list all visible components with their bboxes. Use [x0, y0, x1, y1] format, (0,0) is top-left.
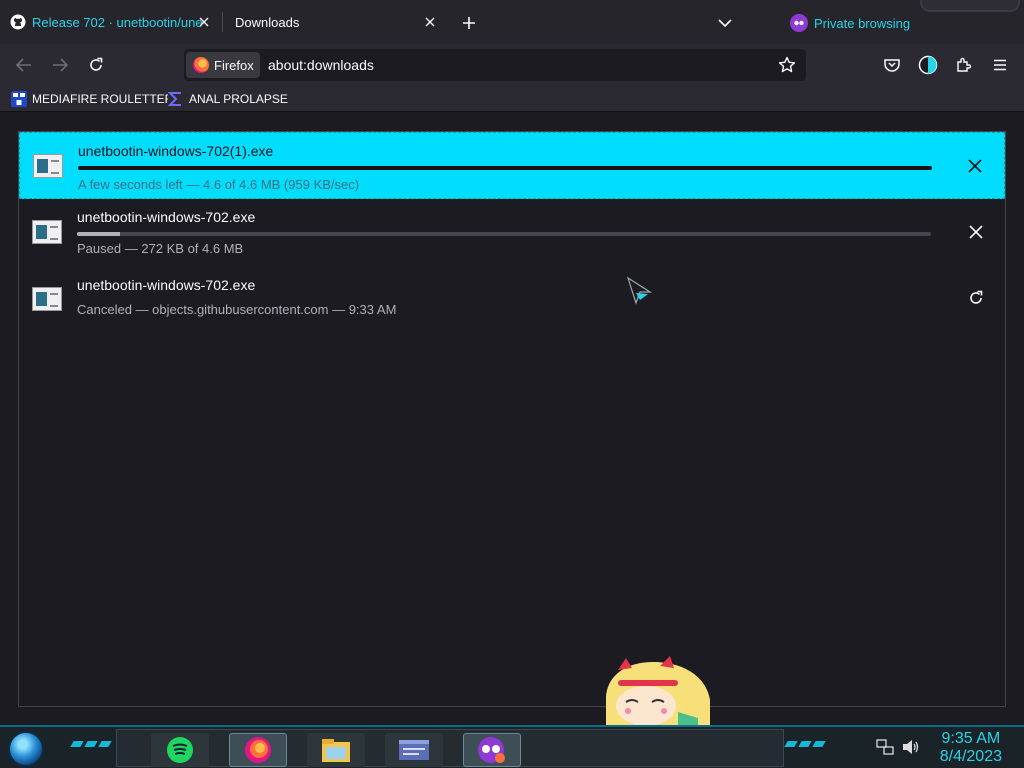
back-button[interactable] [10, 52, 38, 78]
pocket-button[interactable] [878, 52, 906, 78]
window-decoration [920, 0, 1020, 12]
system-clock[interactable]: 9:35 AM 8/4/2023 [940, 730, 1002, 766]
tab-separator [222, 12, 223, 32]
puzzle-icon [957, 57, 972, 72]
bookmark-anal-prolapse[interactable]: ANAL PROLAPSE [168, 90, 288, 108]
reload-icon [90, 57, 103, 71]
mediafire-icon [11, 91, 27, 107]
firefox-icon [245, 737, 271, 763]
taskbar-apps [116, 729, 784, 767]
download-progress-fill [78, 166, 932, 170]
close-icon[interactable] [196, 14, 212, 30]
private-browsing-icon [478, 737, 505, 763]
hamburger-icon [994, 59, 1006, 71]
download-filename: unetbootin-windows-702(1).exe [78, 143, 274, 159]
private-mask-icon [790, 14, 808, 32]
bookmark-label: ANAL PROLAPSE [189, 92, 288, 106]
file-explorer-icon [322, 739, 350, 762]
download-item[interactable]: unetbootin-windows-702(1).exe A few seco… [19, 132, 1005, 199]
cartoon-character-sticker [606, 656, 710, 726]
tab-strip: Release 702 · unetbootin/unetb Downloads… [0, 0, 1024, 44]
download-progress-bar [78, 166, 932, 170]
tab-title: Downloads [235, 14, 300, 30]
tab-title: Release 702 · unetbootin/unetb [32, 14, 202, 30]
clock-time: 9:35 AM [941, 730, 1001, 747]
network-icon[interactable] [876, 739, 894, 755]
system-tray [876, 739, 920, 755]
sigma-icon [168, 91, 184, 107]
bookmark-label: MEDIAFIRE ROULETTER [32, 92, 174, 106]
retry-icon [970, 290, 983, 304]
back-arrow-icon [16, 58, 31, 72]
private-browsing-app-button[interactable] [463, 733, 521, 767]
download-status: Paused — 272 KB of 4.6 MB [77, 241, 244, 256]
theme-button[interactable] [914, 52, 942, 78]
forward-arrow-icon [53, 58, 68, 72]
download-item[interactable]: unetbootin-windows-702.exe Canceled — ob… [19, 266, 1005, 332]
exe-file-icon [33, 154, 63, 178]
chevron-down-icon [718, 19, 732, 28]
url-input[interactable]: about:downloads [268, 57, 374, 73]
window-icon [399, 740, 429, 760]
extensions-button[interactable] [950, 52, 978, 78]
identity-label: Firefox [214, 57, 254, 73]
exe-file-icon [32, 287, 62, 311]
mouse-cursor-icon [626, 276, 652, 305]
identity-box[interactable]: Firefox [186, 52, 260, 78]
bookmarks-toolbar: MEDIAFIRE ROULETTER ANAL PROLAPSE [0, 86, 1024, 112]
close-icon [968, 159, 982, 173]
download-status: Canceled — objects.githubusercontent.com… [77, 302, 397, 317]
plus-icon [463, 17, 475, 29]
downloads-page: unetbootin-windows-702(1).exe A few seco… [0, 112, 1024, 725]
firefox-icon [193, 57, 209, 73]
menu-button[interactable] [986, 52, 1014, 78]
download-status: A few seconds left — 4.6 of 4.6 MB (959 … [78, 177, 360, 192]
spotify-app-button[interactable] [151, 733, 209, 767]
reload-button[interactable] [82, 52, 110, 78]
bookmark-star-button[interactable] [776, 54, 798, 76]
private-label: Private browsing [814, 15, 911, 31]
taskbar-decoration [784, 741, 830, 751]
cancel-download-button[interactable] [965, 221, 987, 243]
star-icon [778, 56, 796, 73]
download-item[interactable]: unetbootin-windows-702.exe Paused — 272 … [19, 199, 1005, 266]
download-filename: unetbootin-windows-702.exe [77, 277, 256, 293]
tab-downloads[interactable]: Downloads [224, 0, 448, 44]
spotify-icon [167, 737, 193, 763]
firefox-app-button[interactable] [229, 733, 287, 767]
url-bar[interactable]: Firefox about:downloads [184, 49, 806, 81]
github-icon [10, 14, 26, 30]
forward-button[interactable] [46, 52, 74, 78]
contrast-icon [918, 55, 938, 75]
new-tab-button[interactable] [458, 12, 480, 34]
window-app-button[interactable] [385, 733, 443, 767]
cancel-download-button[interactable] [964, 155, 986, 177]
downloads-list: unetbootin-windows-702(1).exe A few seco… [18, 131, 1006, 707]
close-icon [969, 225, 983, 239]
volume-icon[interactable] [902, 739, 920, 755]
clock-date: 8/4/2023 [939, 748, 1002, 765]
bookmark-mediafire[interactable]: MEDIAFIRE ROULETTER [11, 90, 173, 108]
taskbar-decoration [70, 741, 116, 751]
file-explorer-app-button[interactable] [307, 733, 365, 767]
navigation-toolbar: Firefox about:downloads [0, 44, 1024, 86]
start-button[interactable] [8, 731, 44, 767]
download-progress-fill [77, 232, 120, 236]
close-icon[interactable] [422, 14, 438, 30]
download-filename: unetbootin-windows-702.exe [77, 209, 256, 225]
exe-file-icon [32, 220, 62, 244]
taskbar: 9:35 AM 8/4/2023 [0, 725, 1024, 768]
pocket-icon [884, 59, 900, 72]
private-browsing-indicator: Private browsing [790, 12, 910, 34]
tab-release[interactable]: Release 702 · unetbootin/unetb [0, 0, 222, 44]
list-all-tabs-button[interactable] [714, 12, 736, 34]
retry-download-button[interactable] [965, 287, 987, 309]
download-progress-bar [77, 232, 931, 236]
